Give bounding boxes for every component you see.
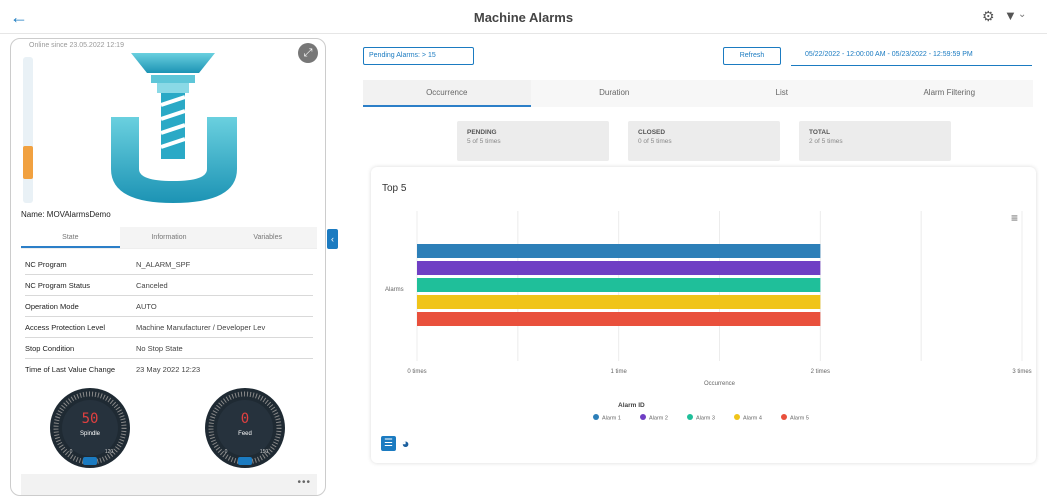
machine-name-value: MOVAlarmsDemo [46, 210, 111, 219]
property-row: Time of Last Value Change 23 May 2022 12:… [25, 359, 313, 380]
spindle-min: 0 [70, 449, 73, 455]
bar [417, 278, 821, 292]
kpi-value: 5 of 5 times [467, 138, 501, 145]
menu-icon[interactable]: ≡ [1011, 211, 1018, 225]
property-key: Operation Mode [25, 301, 79, 311]
machine-logo [111, 53, 237, 203]
feed-gauge: 0 Feed 0 150 [205, 388, 285, 468]
spindle-max: 120 [105, 449, 114, 455]
date-range-picker[interactable]: 05/22/2022 - 12:00:00 AM - 05/23/2022 - … [791, 46, 1032, 66]
chevron-left-icon[interactable]: ‹ [327, 229, 338, 249]
property-row: Access Protection Level Machine Manufactu… [25, 317, 313, 338]
property-value: 23 May 2022 12:23 [136, 365, 201, 374]
expand-icon[interactable]: ⤢ [298, 43, 318, 63]
legend-title: Alarm ID [618, 402, 645, 409]
property-key: NC Program [25, 259, 67, 269]
legend-label: Alarm 4 [743, 416, 762, 422]
refresh-button[interactable]: Refresh [723, 47, 781, 65]
kpi-label: TOTAL [809, 129, 831, 136]
kpi-label: CLOSED [638, 129, 666, 136]
bar [417, 244, 821, 258]
tab-list[interactable]: List [698, 80, 866, 107]
legend-label: Alarm 2 [649, 416, 668, 422]
online-since-text: Online since 23.05.2022 12:19 [29, 42, 124, 49]
legend-marker [640, 414, 646, 420]
spindle-label: Spindle [80, 431, 101, 437]
machine-tabs: State Information Variables [21, 227, 317, 249]
legend-marker [781, 414, 787, 420]
property-row: Stop Condition No Stop State [25, 338, 313, 359]
property-value: No Stop State [136, 343, 183, 353]
property-row: Operation Mode AUTO [25, 296, 313, 317]
machine-card: Online since 23.05.2022 12:19 ⤢ Name: MO… [10, 38, 326, 496]
bar [417, 295, 821, 309]
tab-occurrence[interactable]: Occurrence [363, 80, 531, 107]
property-key: NC Program Status [25, 280, 91, 290]
gear-icon[interactable]: ⚙ [982, 8, 995, 25]
list-view-icon[interactable]: ☰ [381, 436, 396, 451]
chart-title: Top 5 [382, 183, 407, 194]
tab-alarm-filtering[interactable]: Alarm Filtering [866, 80, 1034, 107]
legend-marker [687, 414, 693, 420]
pie-chart-icon[interactable]: ◕ [398, 436, 413, 451]
property-row: NC Program Status Canceled [25, 275, 313, 296]
pending-alarms-button[interactable]: Pending Alarms: > 15 [363, 47, 474, 65]
level-fill [23, 145, 33, 179]
bar [417, 312, 821, 326]
legend-label: Alarm 3 [696, 416, 715, 422]
level-indicator [23, 57, 33, 203]
tab-information[interactable]: Information [120, 227, 219, 248]
x-tick-label: 3 times [1012, 369, 1031, 375]
property-list: NC Program N_ALARM_SPF NC Program Status C… [25, 254, 313, 380]
feed-value: 0 [241, 411, 249, 427]
x-tick-label: 2 times [811, 369, 830, 375]
chart-panel: 0 times 1 time 2 times 3 times Alarms Occurre… [371, 167, 1036, 463]
tab-duration[interactable]: Duration [531, 80, 699, 107]
property-value: N_ALARM_SPF [136, 259, 191, 269]
feed-min: 0 [225, 449, 228, 455]
more-icon[interactable]: ••• [297, 477, 311, 488]
machine-name: Name: MOVAlarmsDemo [21, 210, 111, 219]
property-value: Machine Manufacturer / Developer Lev [136, 322, 266, 332]
legend-label: Alarm 1 [602, 416, 621, 422]
property-row: NC Program N_ALARM_SPF [25, 254, 313, 275]
spindle-value: 50 [82, 411, 99, 427]
legend-marker [734, 414, 740, 420]
top-bar: ← Machine Alarms ⚙ ▼ ⌄ [0, 0, 1047, 34]
property-key: Stop Condition [25, 343, 75, 353]
legend-label: Alarm 5 [790, 416, 809, 422]
property-value: Canceled [136, 280, 168, 290]
feed-label: Feed [238, 431, 252, 437]
x-axis-label: Occurrence [704, 381, 736, 387]
occurrence-chart: 0 times 1 time 2 times 3 times Alarms Occurre… [385, 211, 1032, 422]
filter-icon[interactable]: ▼ [1004, 8, 1017, 23]
bar [417, 261, 821, 275]
tab-variables[interactable]: Variables [218, 227, 317, 248]
alarm-tabs: Occurrence Duration List Alarm Filtering [363, 80, 1033, 107]
kpi-label: PENDING [467, 129, 497, 136]
x-tick-label: 0 times [407, 369, 426, 375]
legend-marker [593, 414, 599, 420]
property-key: Time of Last Value Change [25, 365, 116, 374]
machine-name-label: Name: [21, 210, 47, 219]
tab-state[interactable]: State [21, 227, 120, 248]
spindle-gauge: 50 Spindle 0 120 [50, 388, 130, 468]
kpi-total: TOTAL 2 of 5 times [799, 121, 951, 161]
category-label: Alarms [385, 287, 404, 293]
chevron-down-icon[interactable]: ⌄ [1018, 9, 1026, 20]
feed-max: 150 [260, 449, 269, 455]
kpi-value: 0 of 5 times [638, 138, 672, 145]
property-key: Access Protection Level [25, 322, 106, 332]
x-tick-label: 1 time [610, 369, 627, 375]
property-value: AUTO [136, 301, 157, 311]
kpi-value: 2 of 5 times [809, 138, 843, 145]
kpi-closed: CLOSED 0 of 5 times [628, 121, 780, 161]
page-title: Machine Alarms [473, 10, 574, 25]
card-footer: ••• [21, 474, 317, 495]
kpi-pending: PENDING 5 of 5 times [457, 121, 609, 161]
